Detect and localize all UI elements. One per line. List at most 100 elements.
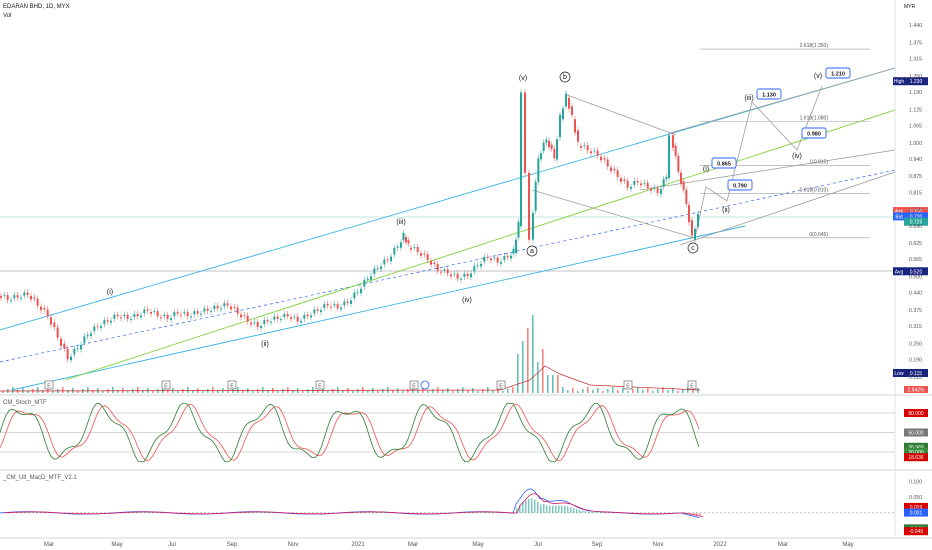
macd-histogram-bar [540, 504, 542, 513]
candle-body [402, 232, 405, 241]
volume-bar [627, 391, 629, 393]
candle-body [246, 315, 249, 322]
price-tick-label: 1.125 [909, 107, 922, 113]
event-marker-label: E [164, 384, 168, 390]
volume-bar [27, 391, 29, 393]
volume-bar [302, 391, 304, 393]
candle-body [490, 258, 492, 261]
candle-body [210, 311, 212, 312]
candle-body [656, 188, 659, 194]
target-callout-label: 0.865 [717, 162, 731, 168]
volume-bar [252, 391, 254, 393]
candle-body [76, 348, 79, 350]
volume-bar [112, 387, 114, 393]
volume-bar [257, 389, 259, 393]
volume-bar [482, 389, 484, 393]
volume-bar [657, 389, 659, 393]
time-tick-label: Sep [227, 542, 238, 548]
time-tick-label: Nov [288, 542, 299, 548]
channel-lower-line [11, 225, 746, 391]
candle-body [93, 326, 96, 332]
candle-body [96, 326, 99, 328]
candle-body [60, 338, 62, 346]
candle-body [283, 313, 286, 317]
candle-body [420, 253, 422, 256]
candle-body [66, 348, 69, 360]
macd-histogram-bar [699, 512, 701, 516]
candle-body [320, 310, 322, 312]
candle-body [596, 150, 599, 156]
volume-bar [637, 387, 639, 393]
high-tag-label: 1.230 [910, 79, 923, 85]
candle-body [653, 188, 656, 189]
candle-body [13, 295, 16, 299]
candle-body [290, 317, 292, 320]
candle-body [340, 307, 342, 310]
candle-body [466, 273, 469, 277]
candle-body [540, 153, 542, 160]
candle-body [636, 180, 639, 183]
candle-body [20, 297, 22, 299]
fib-level-label: 1(0.915) [809, 160, 828, 166]
wave-label: b [563, 74, 567, 81]
candle-body [180, 314, 182, 316]
candle-body [577, 130, 579, 142]
chart-canvas[interactable]: 2.618(1.350) 1.618(1.080) 1(0.915) 0.618(0.… [0, 0, 932, 550]
candle-body [126, 314, 129, 319]
fib-level-label: 0(0.645) [809, 232, 828, 238]
macd-signal-line [3, 493, 704, 518]
event-marker-label: E [318, 384, 322, 390]
candle-body [316, 309, 319, 311]
candle-body [16, 295, 19, 298]
volume-bar [612, 387, 614, 393]
volume-bar [42, 390, 44, 393]
macd-scale-label: -0.049 [909, 529, 923, 535]
volume-bar [237, 387, 239, 393]
volume-bar [577, 391, 579, 393]
candle-body [53, 322, 56, 328]
volume-bar [127, 391, 129, 393]
candle-body [662, 179, 665, 187]
candle-body [396, 246, 399, 248]
macd-histogram-bar [552, 505, 554, 513]
macd-histogram-bar [579, 509, 581, 513]
candle-body [133, 313, 136, 317]
candle-body [528, 172, 530, 240]
candle-body [626, 180, 629, 188]
candle-body [460, 278, 462, 280]
candle-body [33, 297, 36, 299]
candle-body [160, 317, 162, 319]
candle-body [226, 303, 229, 306]
fib-level-label: 0.618(0.810) [800, 188, 829, 194]
price-tick-label: 0.565 [909, 257, 922, 263]
macd-histogram-bar [543, 504, 545, 513]
trendline-green [64, 109, 896, 381]
macd-histogram-bar [594, 511, 596, 513]
volume-bar [532, 315, 534, 393]
wave-label: (iv) [792, 153, 802, 160]
volume-ma-line [0, 365, 701, 392]
volume-bar [187, 387, 189, 393]
candle-body [116, 314, 119, 317]
candle-body [260, 326, 262, 329]
candle-body [542, 142, 545, 151]
candle-body [650, 188, 652, 191]
price-tick-label: 0.440 [909, 291, 922, 297]
candle-body [363, 280, 366, 287]
candle-body [150, 311, 152, 314]
candle-body [413, 246, 416, 248]
candle-body [90, 333, 92, 337]
candle-body [580, 145, 582, 148]
candle-body [230, 306, 232, 310]
wave-label: (v) [519, 75, 527, 82]
volume-bar [617, 390, 619, 393]
volume-bar [307, 389, 309, 393]
macd-title: _CM_Ult_MacD_MTF_V2.1 [2, 475, 77, 481]
stoch-scale-label: 80.000 [908, 411, 924, 417]
candle-body [400, 242, 402, 248]
macd-histogram-bar [525, 500, 527, 513]
macd-histogram-bar [537, 501, 539, 513]
candle-body [380, 266, 382, 270]
price-tick-label: 1.065 [909, 123, 922, 129]
candle-body [532, 212, 534, 240]
